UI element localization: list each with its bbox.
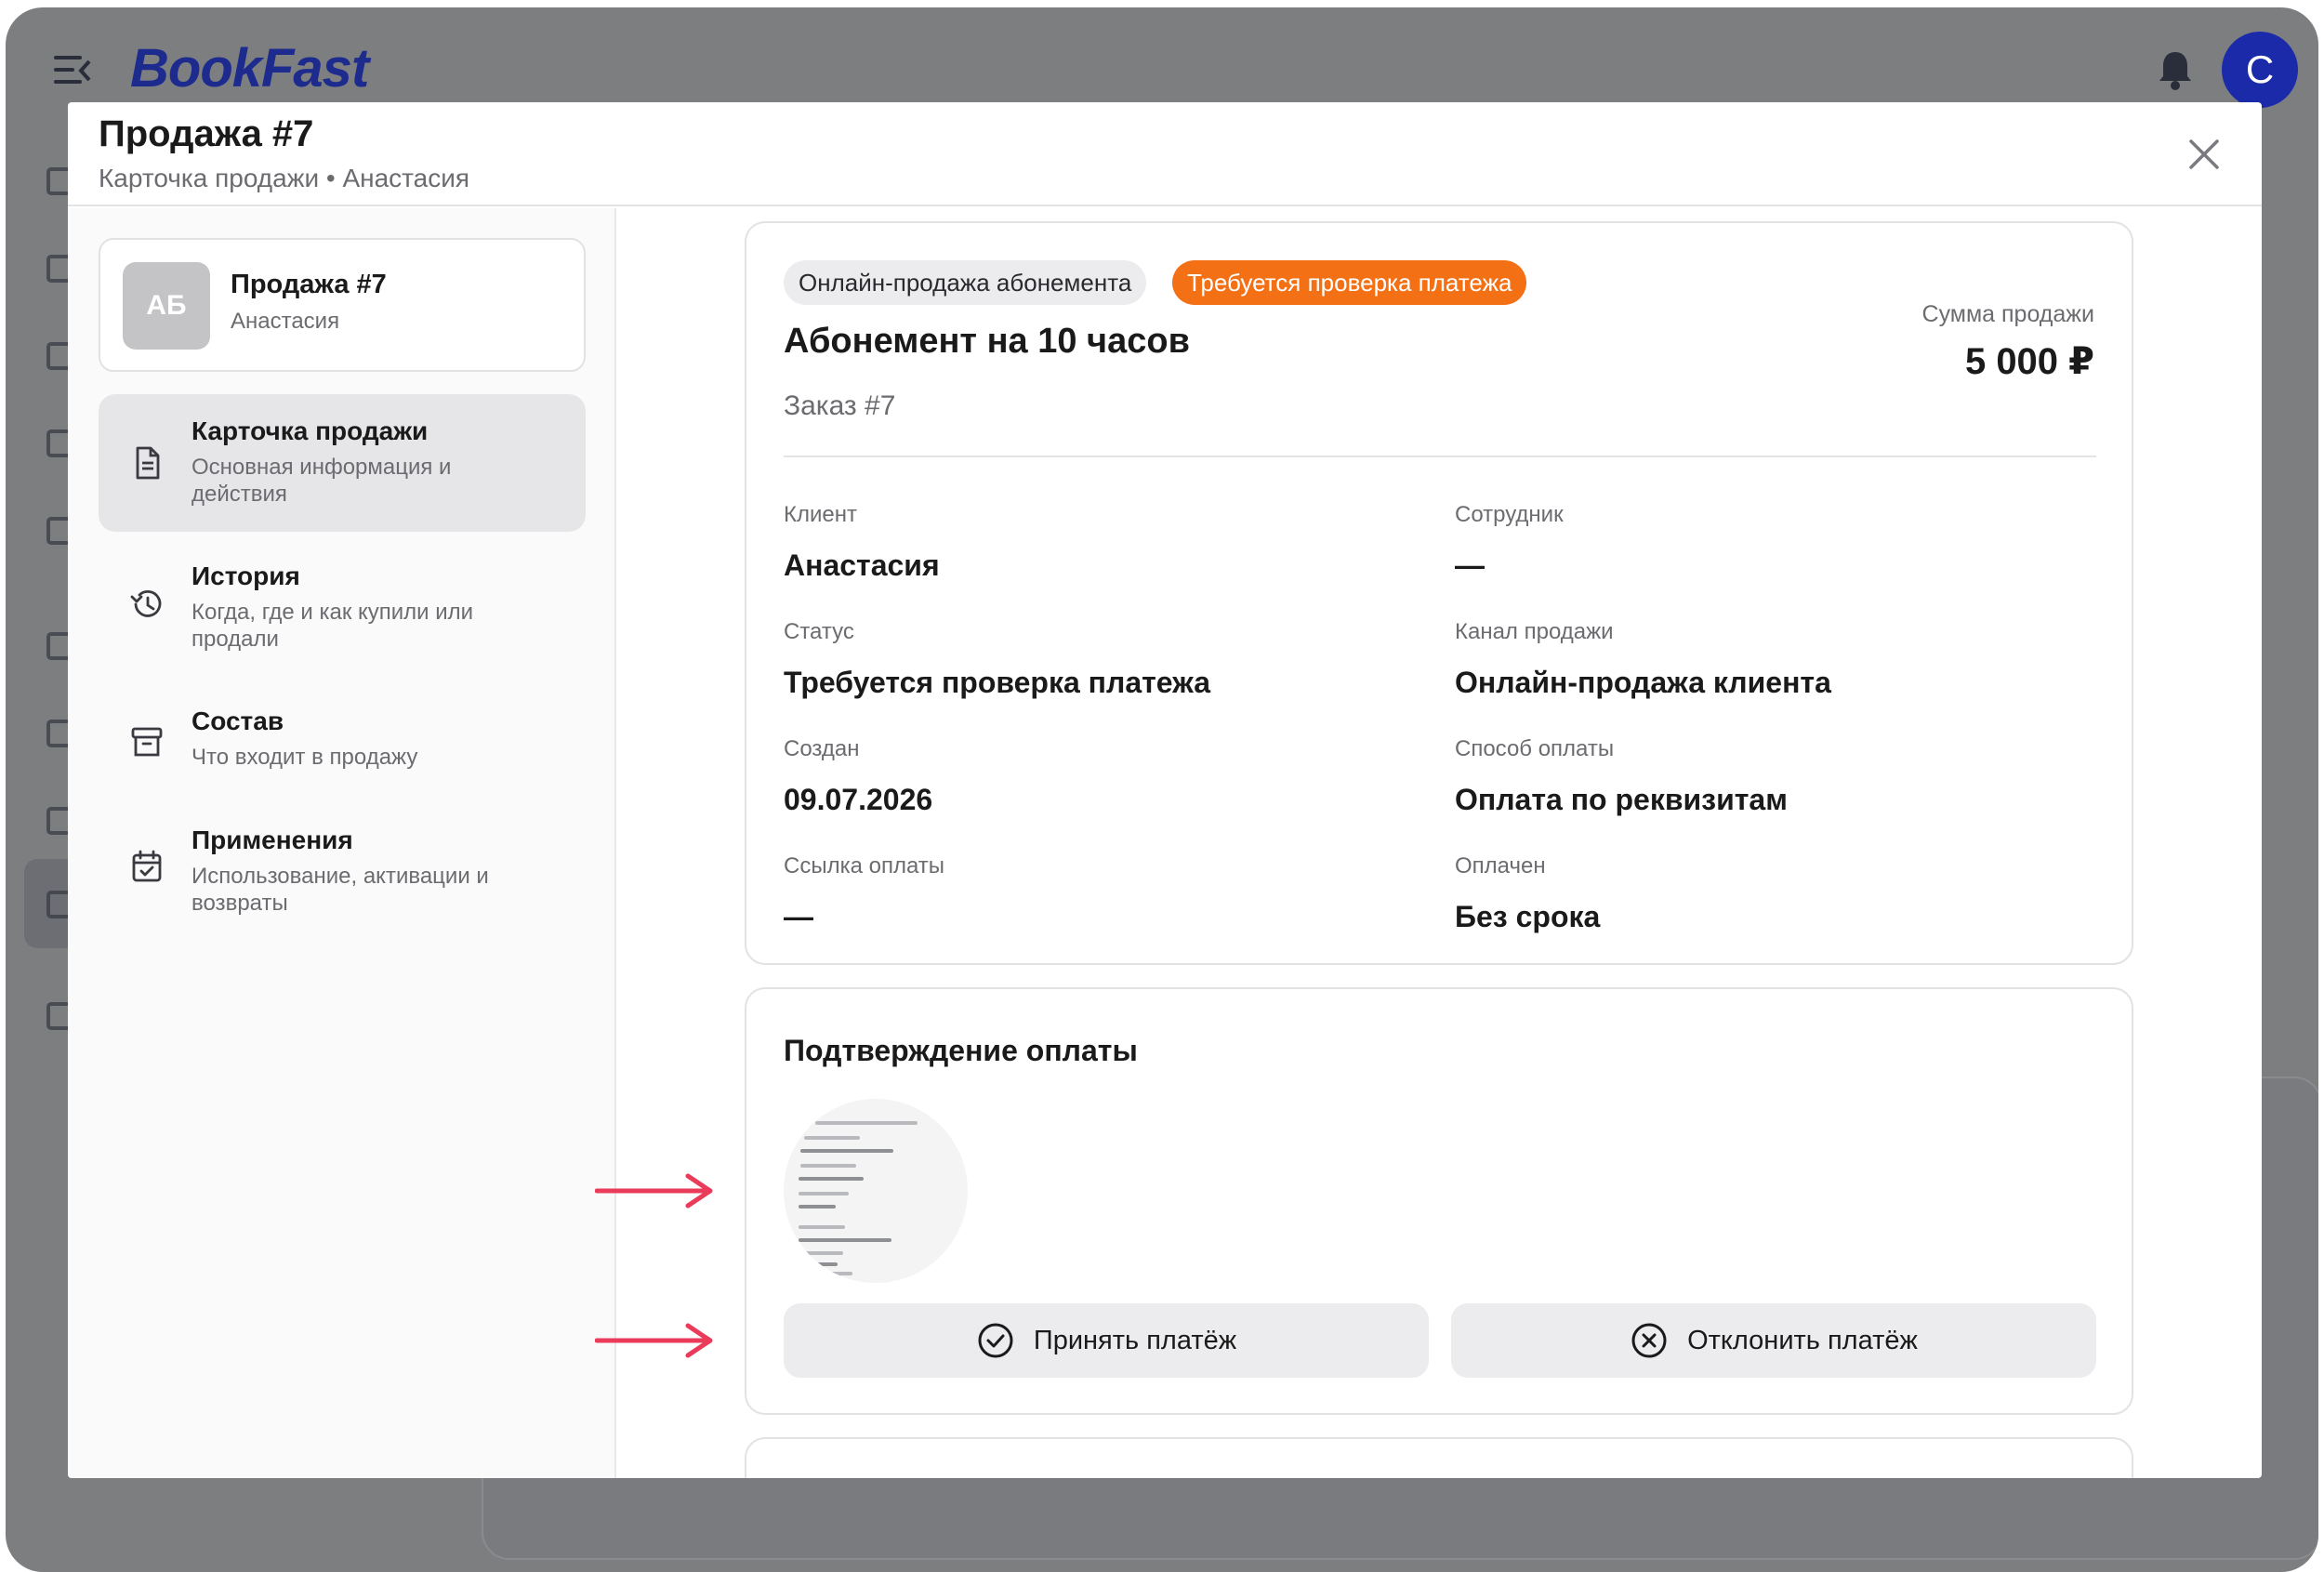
field-label-employee: Сотрудник: [1455, 502, 1564, 527]
nav-title: Применения: [191, 826, 353, 854]
annotation-arrow-icon: [595, 1173, 713, 1209]
bell-icon[interactable]: [2157, 48, 2194, 91]
calendar-check-icon: [132, 850, 162, 882]
sale-summary-card: АБ Продажа #7 Анастасия: [99, 238, 586, 372]
archive-box-icon: [131, 727, 163, 757]
field-label-payment-method: Способ оплаты: [1455, 736, 1615, 761]
nav-description: Что входит в продажу: [191, 745, 418, 770]
client-avatar: АБ: [123, 262, 210, 350]
reject-payment-label: Отклонить платёж: [1687, 1325, 1918, 1355]
field-value-client: Анастасия: [784, 548, 940, 582]
sale-card-client: Анастасия: [231, 309, 340, 334]
annotation-arrow-icon: [595, 1323, 713, 1358]
sale-modal: Продажа #7 Карточка продажи • Анастасия …: [68, 102, 2262, 1478]
order-number: Заказ #7: [784, 390, 896, 421]
sum-value: 5 000 ₽: [1964, 341, 2094, 382]
field-label-client: Клиент: [784, 502, 857, 527]
confirmation-title: Подтверждение оплаты: [784, 1034, 1138, 1067]
sum-label: Сумма продажи: [1921, 301, 2094, 327]
nav-item-sale-card[interactable]: Карточка продажи Основная информация и д…: [99, 394, 586, 532]
nav-title: Состав: [191, 707, 284, 735]
document-icon: [136, 446, 160, 480]
divider: [784, 456, 2096, 457]
modal-header: Продажа #7 Карточка продажи • Анастасия: [68, 102, 2262, 206]
field-label-payment-link: Ссылка оплаты: [784, 853, 945, 878]
check-circle-icon: [978, 1323, 1013, 1358]
nav-item-applications[interactable]: Применения Использование, активации и во…: [99, 803, 586, 941]
app-logo[interactable]: BookFast: [130, 37, 369, 99]
accept-payment-label: Принять платёж: [1033, 1325, 1237, 1355]
product-title: Абонемент на 10 часов: [784, 322, 1190, 361]
field-value-paid: Без срока: [1455, 900, 1601, 933]
modal-title: Продажа #7: [99, 113, 314, 154]
field-label-status: Статус: [784, 619, 854, 644]
reject-payment-button[interactable]: Отклонить платёж: [1451, 1303, 2096, 1378]
sale-navigation: АБ Продажа #7 Анастасия Карточка продажи…: [68, 208, 616, 1478]
x-circle-icon: [1631, 1323, 1667, 1358]
modal-subtitle: Карточка продажи • Анастасия: [99, 164, 470, 192]
nav-description: Использование, активации и возвраты: [191, 864, 489, 916]
field-value-payment-link: —: [784, 900, 813, 933]
sale-details-card: Онлайн-продажа абонемента Требуется пров…: [745, 221, 2133, 965]
field-label-created: Создан: [784, 736, 860, 761]
field-value-employee: —: [1455, 548, 1485, 582]
next-section-card: [745, 1437, 2133, 1478]
field-value-created: 09.07.2026: [784, 783, 933, 816]
field-value-channel: Онлайн-продажа клиента: [1455, 666, 1831, 699]
nav-item-composition[interactable]: Состав Что входит в продажу: [99, 684, 586, 796]
nav-title: Карточка продажи: [191, 416, 429, 445]
nav-description: Когда, где и как купили или продали: [191, 600, 474, 652]
field-label-channel: Канал продажи: [1455, 619, 1614, 644]
field-value-status: Требуется проверка платежа: [784, 666, 1211, 699]
nav-item-history[interactable]: История Когда, где и как купили или прод…: [99, 539, 586, 677]
nav-description: Основная информация и действия: [191, 455, 452, 507]
history-icon: [130, 590, 162, 617]
user-avatar[interactable]: С: [2222, 32, 2298, 108]
menu-collapse-icon[interactable]: [54, 56, 91, 84]
payment-confirmation-card: Подтверждение оплаты Принять платёж Откл…: [745, 987, 2133, 1415]
payment-receipt-thumbnail[interactable]: [784, 1099, 968, 1283]
sale-type-badge: Онлайн-продажа абонемента: [784, 260, 1147, 305]
accept-payment-button[interactable]: Принять платёж: [784, 1303, 1429, 1378]
sale-card-title: Продажа #7: [231, 270, 387, 299]
status-badge: Требуется проверка платежа: [1172, 260, 1527, 305]
close-icon[interactable]: [2185, 136, 2223, 173]
field-label-paid: Оплачен: [1455, 853, 1546, 878]
field-value-payment-method: Оплата по реквизитам: [1455, 783, 1788, 816]
nav-title: История: [191, 561, 300, 590]
